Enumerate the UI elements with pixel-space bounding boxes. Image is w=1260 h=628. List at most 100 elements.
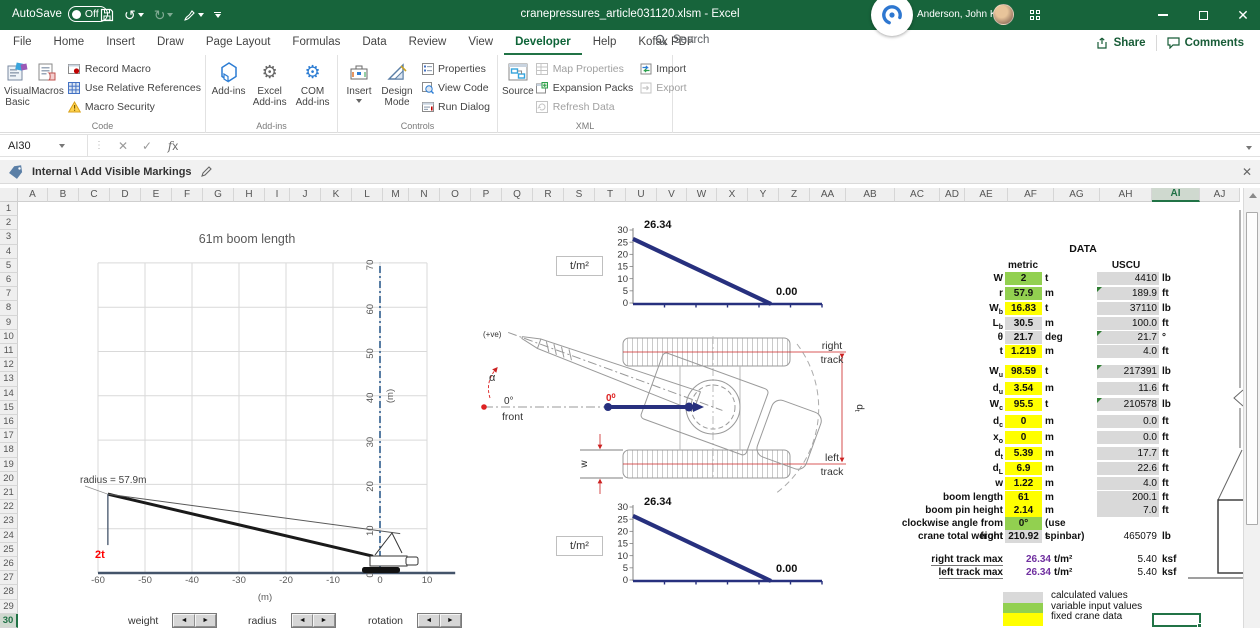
uscu-value-cell[interactable]: 217391	[1097, 365, 1159, 378]
metric-unit[interactable]: deg	[1045, 331, 1095, 344]
uscu-value-cell[interactable]: 0.0	[1097, 415, 1159, 428]
column-header-I[interactable]: I	[265, 188, 290, 202]
metric-unit[interactable]: m	[1045, 462, 1095, 475]
metric-unit[interactable]: m	[1045, 447, 1095, 460]
uscu-unit[interactable]: ft	[1162, 504, 1196, 517]
result-uscu-unit[interactable]: ksf	[1162, 566, 1196, 579]
spin-right-button[interactable]: ►	[313, 614, 335, 627]
metric-unit[interactable]: m	[1045, 491, 1095, 504]
tab-insert[interactable]: Insert	[95, 30, 146, 55]
uscu-value-cell[interactable]: 100.0	[1097, 317, 1159, 330]
metric-value-cell[interactable]: 6.9	[1005, 462, 1042, 475]
macro-security-button[interactable]: Macro Security	[68, 99, 201, 115]
metric-value-cell[interactable]: 21.7	[1005, 331, 1042, 344]
metric-value-cell[interactable]: 0	[1005, 415, 1042, 428]
tab-draw[interactable]: Draw	[146, 30, 195, 55]
metric-value-cell[interactable]: 30.5	[1005, 317, 1042, 330]
column-header-AA[interactable]: AA	[810, 188, 846, 202]
column-header-P[interactable]: P	[471, 188, 502, 202]
row-header-20[interactable]: 20	[0, 472, 18, 486]
uscu-unit[interactable]: ft	[1162, 287, 1196, 300]
column-header-AC[interactable]: AC	[895, 188, 940, 202]
close-button[interactable]: ✕	[1226, 0, 1260, 30]
column-header-AE[interactable]: AE	[965, 188, 1008, 202]
boom-elevation-chart[interactable]: -60-50-40-30-20-1001001020304050607061m …	[75, 215, 470, 610]
save-button[interactable]	[100, 8, 114, 22]
avatar[interactable]	[993, 4, 1014, 25]
row-label[interactable]: xo	[893, 431, 1003, 444]
column-header-W[interactable]: W	[687, 188, 717, 202]
column-header-AG[interactable]: AG	[1054, 188, 1100, 202]
fill-handle[interactable]	[1197, 623, 1202, 628]
column-header-R[interactable]: R	[533, 188, 564, 202]
insert-control-button[interactable]: Insert	[342, 58, 376, 118]
uscu-value-cell[interactable]: 4410	[1097, 272, 1159, 285]
excel-addins-button[interactable]: ⚙ Excel Add-ins	[249, 58, 290, 118]
uscu-unit[interactable]: lb	[1162, 272, 1196, 285]
metric-unit[interactable]: t	[1045, 365, 1095, 378]
confirm-entry-button[interactable]: ✓	[135, 139, 159, 153]
tab-review[interactable]: Review	[398, 30, 458, 55]
crane-plan-view-drawing[interactable]: (+ve) α 0° front 0⁰ right track left tra…	[480, 322, 900, 502]
uscu-value-cell[interactable]: 189.9	[1097, 287, 1159, 300]
result-unit[interactable]: t/m²	[1054, 566, 1094, 579]
row-header-14[interactable]: 14	[0, 387, 18, 401]
column-header-L[interactable]: L	[352, 188, 383, 202]
share-button[interactable]: Share	[1086, 37, 1156, 49]
tab-help[interactable]: Help	[582, 30, 628, 55]
customize-qat-button[interactable]	[214, 12, 221, 18]
row-label[interactable]: boom pin height	[893, 504, 1003, 517]
row-header-13[interactable]: 13	[0, 372, 18, 386]
uscu-unit[interactable]: lb	[1162, 530, 1196, 543]
row-header-17[interactable]: 17	[0, 429, 18, 443]
row-header-23[interactable]: 23	[0, 514, 18, 528]
run-dialog-button[interactable]: Run Dialog	[421, 99, 490, 115]
tab-page-layout[interactable]: Page Layout	[195, 30, 282, 55]
row-header-22[interactable]: 22	[0, 500, 18, 514]
column-header-C[interactable]: C	[79, 188, 110, 202]
expansion-packs-button[interactable]: Expansion Packs	[536, 80, 634, 96]
column-header-G[interactable]: G	[203, 188, 234, 202]
uscu-unit[interactable]: ft	[1162, 345, 1196, 358]
uscu-value-cell[interactable]: 21.7	[1097, 331, 1159, 344]
undo-button[interactable]: ↺	[124, 4, 144, 26]
metric-unit[interactable]: m	[1045, 415, 1095, 428]
tab-data[interactable]: Data	[351, 30, 397, 55]
metric-unit[interactable]: m	[1045, 477, 1095, 490]
column-header-U[interactable]: U	[626, 188, 657, 202]
row-header-8[interactable]: 8	[0, 301, 18, 315]
restore-button[interactable]	[1186, 0, 1220, 30]
row-header-16[interactable]: 16	[0, 415, 18, 429]
column-header-S[interactable]: S	[564, 188, 595, 202]
row-label[interactable]: Lb	[893, 317, 1003, 330]
ribbon-display-options-button[interactable]	[1018, 0, 1052, 30]
row-label[interactable]: Wb	[893, 302, 1003, 315]
uscu-value-cell[interactable]: 0.0	[1097, 431, 1159, 444]
uscu-value-cell[interactable]: 4.0	[1097, 345, 1159, 358]
column-header-N[interactable]: N	[409, 188, 440, 202]
row-header-30[interactable]: 30	[0, 614, 18, 628]
column-header-K[interactable]: K	[321, 188, 352, 202]
row-header-26[interactable]: 26	[0, 557, 18, 571]
metric-value-cell[interactable]: 210.92	[1005, 530, 1042, 543]
row-label[interactable]: t	[893, 345, 1003, 358]
metric-value-cell[interactable]: 57.9	[1005, 287, 1042, 300]
row-header-4[interactable]: 4	[0, 245, 18, 259]
metric-value-cell[interactable]: 0	[1005, 431, 1042, 444]
row-label[interactable]: Wu	[893, 365, 1003, 378]
metric-unit[interactable]: t	[1045, 302, 1095, 315]
spinbar-weight[interactable]: ◄►	[172, 613, 217, 628]
row-label[interactable]: θ	[893, 331, 1003, 344]
uscu-unit[interactable]: ft	[1162, 447, 1196, 460]
column-header-H[interactable]: H	[234, 188, 265, 202]
metric-value-cell[interactable]: 2.14	[1005, 504, 1042, 517]
uscu-unit[interactable]: lb	[1162, 398, 1196, 411]
spin-left-button[interactable]: ◄	[418, 614, 440, 627]
row-header-12[interactable]: 12	[0, 358, 18, 372]
row-label[interactable]: boom length	[893, 491, 1003, 504]
uscu-unit[interactable]: ft	[1162, 431, 1196, 444]
formula-input[interactable]	[187, 135, 1238, 156]
spin-right-button[interactable]: ►	[195, 614, 217, 627]
column-header-M[interactable]: M	[383, 188, 409, 202]
row-header-7[interactable]: 7	[0, 287, 18, 301]
